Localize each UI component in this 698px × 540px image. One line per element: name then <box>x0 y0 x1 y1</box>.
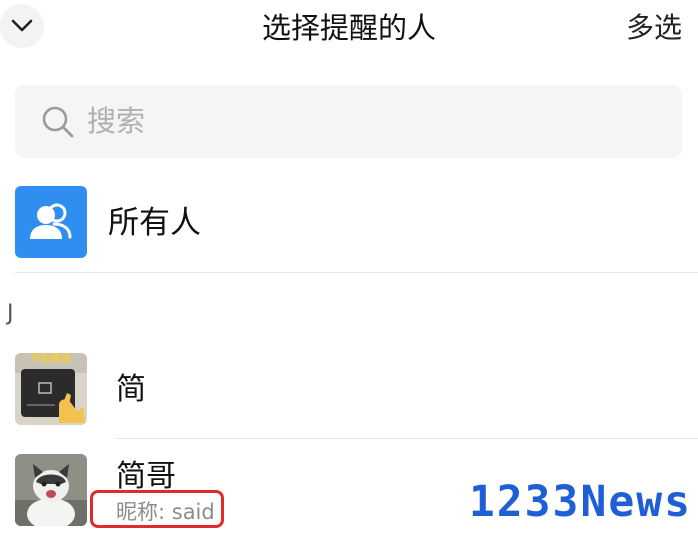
mention-picker-screen: 选择提醒的人 多选 所有人 J <box>0 0 698 540</box>
contact-name: 简 <box>116 372 146 407</box>
divider <box>15 272 698 273</box>
group-people-icon <box>30 203 72 239</box>
search-bar[interactable] <box>15 85 682 158</box>
all-people-label: 所有人 <box>108 205 201 241</box>
header: 选择提醒的人 多选 <box>0 0 698 60</box>
section-index-letter: J <box>7 301 14 326</box>
contact-avatar: 节后再说 <box>15 353 87 425</box>
contact-nickname: 昵称: said <box>116 500 215 524</box>
avatar-image <box>15 454 87 526</box>
avatar-caption: 节后再说 <box>31 354 71 365</box>
contact-avatar <box>15 454 87 526</box>
search-icon <box>42 106 74 138</box>
page-title: 选择提醒的人 <box>261 11 436 45</box>
contact-item[interactable]: 节后再说 简 <box>0 348 698 438</box>
multi-select-button[interactable]: 多选 <box>626 8 682 48</box>
divider <box>116 438 698 439</box>
watermark-logo: 1233News <box>468 477 692 527</box>
all-people-avatar <box>15 186 87 258</box>
all-people-item[interactable]: 所有人 <box>0 180 698 272</box>
search-input[interactable] <box>87 97 647 145</box>
